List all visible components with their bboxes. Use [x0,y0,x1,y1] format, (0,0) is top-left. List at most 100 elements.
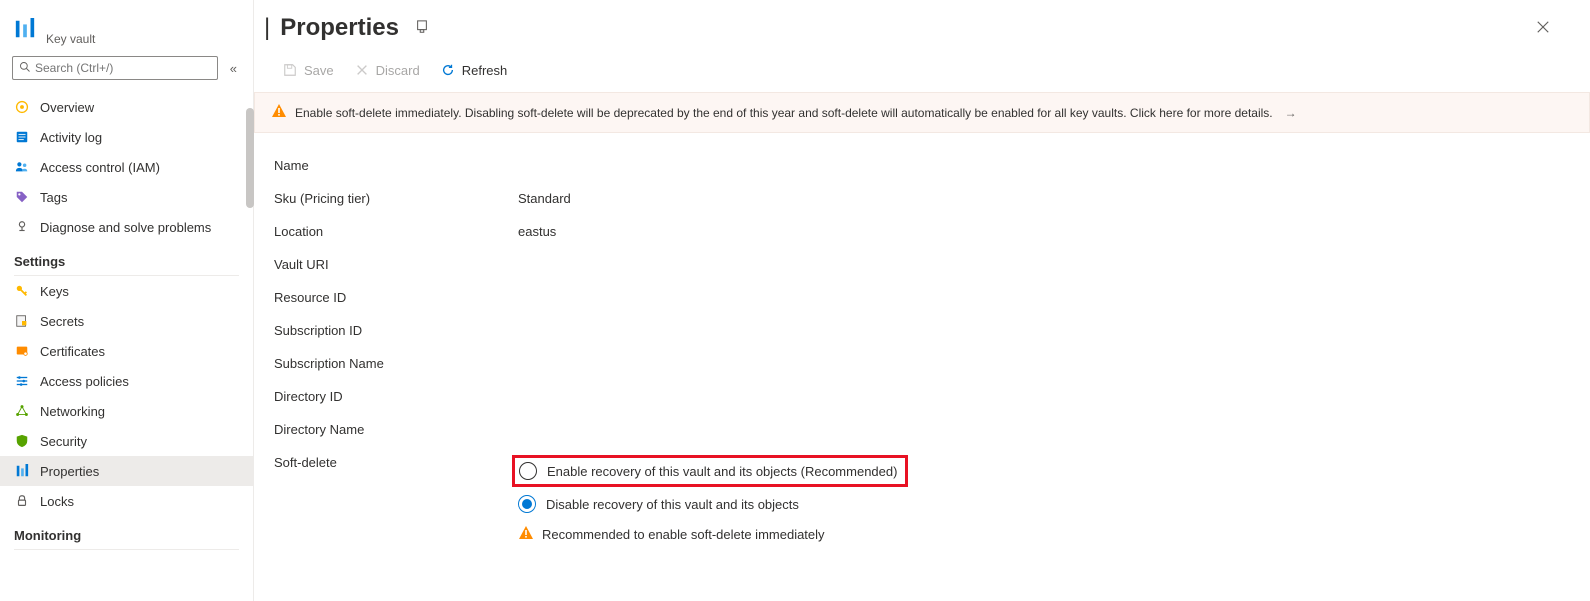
nav-section-settings: Settings [0,242,253,273]
refresh-label: Refresh [462,63,508,78]
sidebar-item-secrets[interactable]: Secrets [0,306,253,336]
prop-value: Standard [518,191,571,206]
collapse-sidebar-button[interactable]: « [226,59,241,78]
prop-label: Vault URI [274,257,518,272]
sidebar-item-label: Tags [40,190,67,205]
access-policies-icon [14,373,30,389]
nav-divider [14,549,239,550]
keyvault-logo-icon [14,18,36,40]
activity-log-icon [14,129,30,145]
sidebar-item-label: Keys [40,284,69,299]
save-button[interactable]: Save [274,58,342,82]
search-icon [19,61,31,76]
main-header: | Properties [254,0,1590,52]
save-icon [282,62,298,78]
networking-icon [14,403,30,419]
resource-type-label: Key vault [46,32,95,46]
sidebar-scrollbar[interactable] [246,108,254,208]
prop-row-directory-id: Directory ID [274,380,1570,413]
prop-value: eastus [518,224,556,239]
save-label: Save [304,63,334,78]
sidebar-item-access-control[interactable]: Access control (IAM) [0,152,253,182]
arrow-right-icon: → [1285,106,1297,120]
warning-icon [271,103,287,122]
prop-row-vault-uri: Vault URI [274,248,1570,281]
close-button[interactable] [1536,18,1550,39]
prop-row-soft-delete: Soft-delete Enable recovery of this vaul… [274,446,1570,553]
keys-icon [14,283,30,299]
sidebar-item-label: Security [40,434,87,449]
sidebar-item-keys[interactable]: Keys [0,276,253,306]
prop-row-subscription-name: Subscription Name [274,347,1570,380]
prop-row-name: Name [274,149,1570,182]
sidebar-item-properties[interactable]: Properties [0,456,253,486]
sidebar-item-security[interactable]: Security [0,426,253,456]
sidebar-item-label: Diagnose and solve problems [40,220,211,235]
sidebar-item-locks[interactable]: Locks [0,486,253,516]
radio-label: Enable recovery of this vault and its ob… [547,464,897,479]
prop-label: Directory ID [274,389,518,404]
nav-section-monitoring: Monitoring [0,516,253,547]
pin-icon[interactable] [415,20,429,37]
sidebar-item-label: Properties [40,464,99,479]
sidebar-item-label: Access policies [40,374,129,389]
security-icon [14,433,30,449]
diagnose-icon [14,219,30,235]
refresh-icon [440,62,456,78]
warning-icon [518,525,534,544]
sidebar-item-label: Certificates [40,344,105,359]
sidebar-item-networking[interactable]: Networking [0,396,253,426]
locks-icon [14,493,30,509]
discard-icon [354,62,370,78]
prop-row-subscription-id: Subscription ID [274,314,1570,347]
prop-label-soft-delete: Soft-delete [274,455,518,470]
sidebar: Key vault « Overview Activity log A [0,0,254,601]
sidebar-item-label: Overview [40,100,94,115]
sidebar-header: Key vault [0,0,253,56]
search-input[interactable] [35,61,211,75]
sidebar-item-certificates[interactable]: Certificates [0,336,253,366]
prop-row-directory-name: Directory Name [274,413,1570,446]
discard-label: Discard [376,63,420,78]
access-control-icon [14,159,30,175]
discard-button[interactable]: Discard [346,58,428,82]
prop-row-sku: Sku (Pricing tier) Standard [274,182,1570,215]
toolbar: Save Discard Refresh [254,52,1590,92]
prop-label: Name [274,158,518,173]
warning-text: Recommended to enable soft-delete immedi… [542,527,825,542]
sidebar-item-activity-log[interactable]: Activity log [0,122,253,152]
info-banner[interactable]: Enable soft-delete immediately. Disablin… [254,92,1590,133]
sidebar-item-diagnose[interactable]: Diagnose and solve problems [0,212,253,242]
prop-row-resource-id: Resource ID [274,281,1570,314]
radio-icon-selected [518,495,536,513]
radio-icon [519,462,537,480]
main-pane: | Properties Save Discard Refresh [254,0,1590,601]
prop-label: Sku (Pricing tier) [274,191,518,206]
title-pipe: | [264,14,270,42]
sidebar-item-label: Access control (IAM) [40,160,160,175]
sidebar-item-label: Networking [40,404,105,419]
prop-label: Location [274,224,518,239]
certificates-icon [14,343,30,359]
sidebar-search[interactable] [12,56,218,80]
properties-icon [14,463,30,479]
properties-content: Name Sku (Pricing tier) Standard Locatio… [254,143,1590,601]
sidebar-nav: Overview Activity log Access control (IA… [0,88,253,550]
prop-label: Directory Name [274,422,518,437]
radio-label: Disable recovery of this vault and its o… [546,497,799,512]
sidebar-item-overview[interactable]: Overview [0,92,253,122]
tags-icon [14,189,30,205]
refresh-button[interactable]: Refresh [432,58,516,82]
sidebar-item-tags[interactable]: Tags [0,182,253,212]
sidebar-item-label: Activity log [40,130,102,145]
sidebar-item-label: Locks [40,494,74,509]
radio-disable-recovery[interactable]: Disable recovery of this vault and its o… [518,493,908,515]
prop-row-location: Location eastus [274,215,1570,248]
prop-label: Resource ID [274,290,518,305]
page-title: Properties [280,14,399,42]
sidebar-item-access-policies[interactable]: Access policies [0,366,253,396]
secrets-icon [14,313,30,329]
banner-text: Enable soft-delete immediately. Disablin… [295,106,1273,120]
radio-enable-recovery[interactable]: Enable recovery of this vault and its ob… [512,455,908,487]
soft-delete-warning: Recommended to enable soft-delete immedi… [518,521,908,544]
